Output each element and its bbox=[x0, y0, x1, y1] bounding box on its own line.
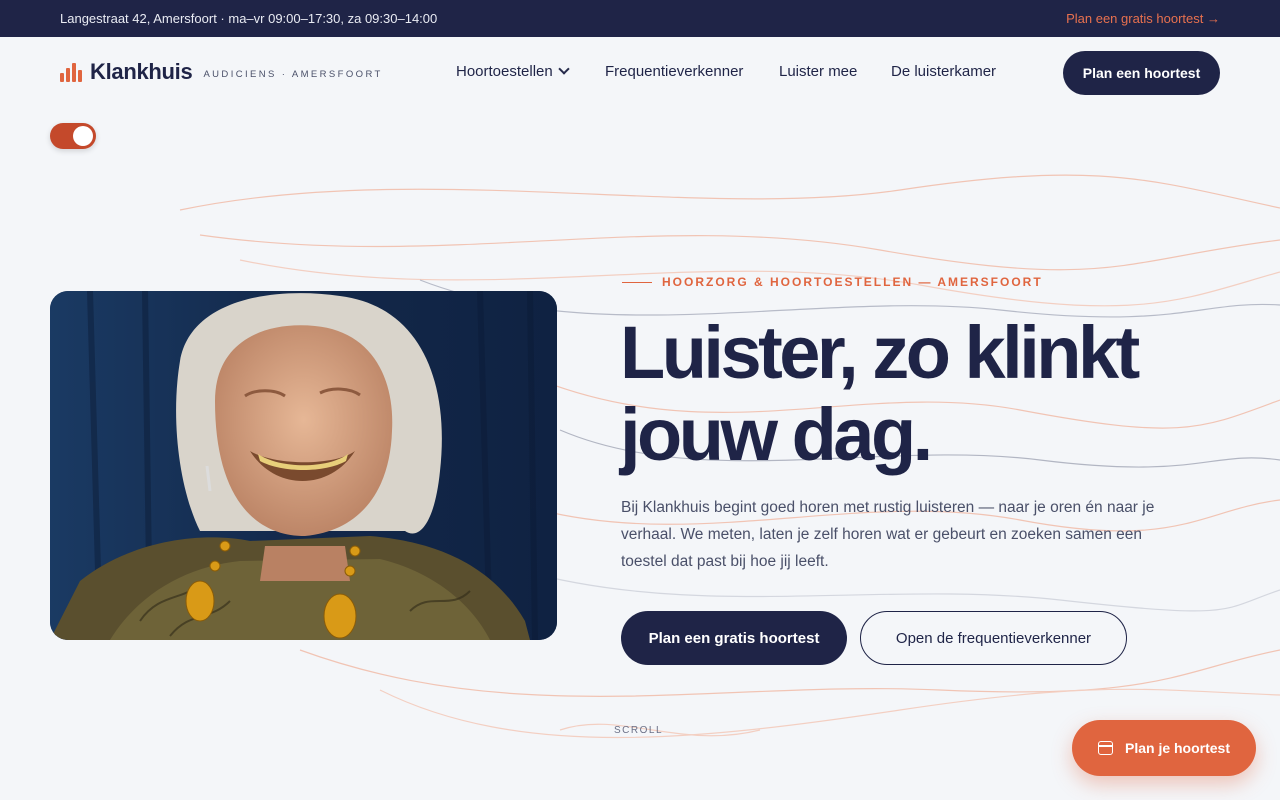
top-info-bar: Langestraat 42, Amersfoort · ma–vr 09:00… bbox=[0, 0, 1280, 37]
topbar-cta-link[interactable]: Plan een gratis hoortest → bbox=[1066, 11, 1220, 26]
address-hours-text: Langestraat 42, Amersfoort · ma–vr 09:00… bbox=[60, 11, 438, 26]
nav-item-luister-mee[interactable]: Luister mee bbox=[779, 63, 857, 80]
hero-photo bbox=[50, 291, 557, 640]
floating-plan-hoortest-button[interactable]: Plan je hoortest bbox=[1072, 720, 1256, 776]
headline-line-1: Luister, zo klinkt bbox=[620, 311, 1140, 394]
sound-bars-icon bbox=[60, 61, 82, 83]
hero-headline: Luister, zo klinkt jouw dag. bbox=[620, 312, 1240, 476]
chevron-down-icon bbox=[558, 63, 570, 75]
nav-item-hoortoestellen[interactable]: Hoortoestellen bbox=[456, 63, 570, 80]
eyebrow-text: HOORZORG & HOORTOESTELLEN — AMERSFOORT bbox=[662, 275, 1043, 289]
nav-item-label: Hoortoestellen bbox=[456, 63, 553, 80]
open-frequentieverkenner-button[interactable]: Open de frequentieverkenner bbox=[860, 611, 1127, 665]
nav-item-frequentieverkenner[interactable]: Frequentieverkenner bbox=[605, 63, 743, 80]
eyebrow-divider bbox=[622, 281, 652, 283]
plan-gratis-hoortest-button[interactable]: Plan een gratis hoortest bbox=[621, 611, 847, 665]
scroll-indicator[interactable]: SCROLL bbox=[614, 725, 663, 736]
calendar-icon bbox=[1097, 741, 1113, 755]
headline-line-2: jouw dag. bbox=[620, 393, 933, 476]
logo-tagline: AUDICIENS · AMERSFOORT bbox=[203, 68, 383, 80]
floating-cta-label: Plan je hoortest bbox=[1124, 740, 1231, 756]
hero-lead-text: Bij Klankhuis begint goed horen met rust… bbox=[621, 499, 1155, 570]
nav-item-de-luisterkamer[interactable]: De luisterkamer bbox=[891, 63, 996, 80]
logo[interactable]: Klankhuis AUDICIENS · AMERSFOORT bbox=[60, 59, 383, 85]
plan-hoortest-button[interactable]: Plan een hoortest bbox=[1063, 51, 1220, 95]
toggle-knob bbox=[73, 126, 93, 146]
logo-name: Klankhuis bbox=[90, 59, 193, 84]
portrait-illustration bbox=[50, 291, 557, 640]
hero-eyebrow: HOORZORG & HOORTOESTELLEN — AMERSFOORT bbox=[622, 275, 1043, 289]
site-header: Klankhuis AUDICIENS · AMERSFOORT Hoortoe… bbox=[0, 37, 1280, 109]
theme-toggle[interactable] bbox=[50, 123, 96, 149]
